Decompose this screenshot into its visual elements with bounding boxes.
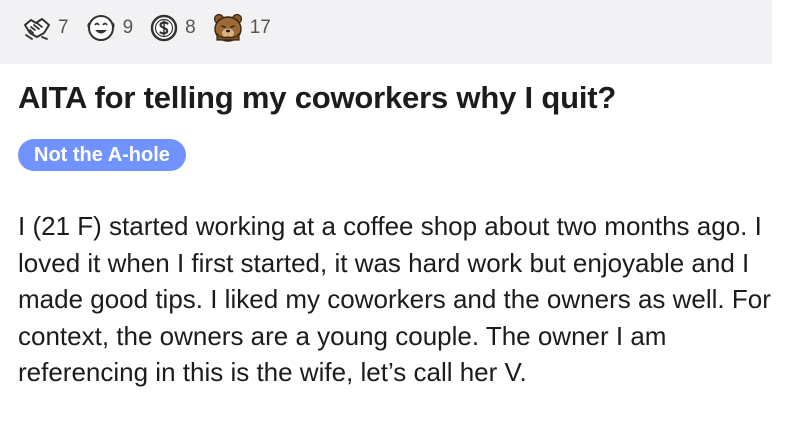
post-flair[interactable]: Not the A-hole <box>18 139 186 171</box>
award-handshake[interactable]: 7 <box>22 13 69 43</box>
award-money[interactable]: 8 <box>149 13 196 43</box>
awards-list: 7 9 8 17 <box>22 12 287 44</box>
facepalm-bear-award-icon <box>213 13 242 42</box>
money-bag-award-icon <box>150 14 178 42</box>
award-count: 8 <box>185 17 196 38</box>
award-laughing[interactable]: 9 <box>85 13 134 43</box>
handshake-award-icon <box>24 18 50 40</box>
laughing-face-award-icon <box>87 15 115 41</box>
awards-bar: 7 9 8 17 <box>0 0 772 64</box>
award-count: 17 <box>249 17 271 38</box>
award-bear[interactable]: 17 <box>212 12 271 44</box>
post-body: I (21 F) started working at a coffee sho… <box>18 211 771 387</box>
award-count: 7 <box>58 17 69 38</box>
post-title[interactable]: AITA for telling my coworkers why I quit… <box>18 80 616 116</box>
award-count: 9 <box>122 17 134 38</box>
